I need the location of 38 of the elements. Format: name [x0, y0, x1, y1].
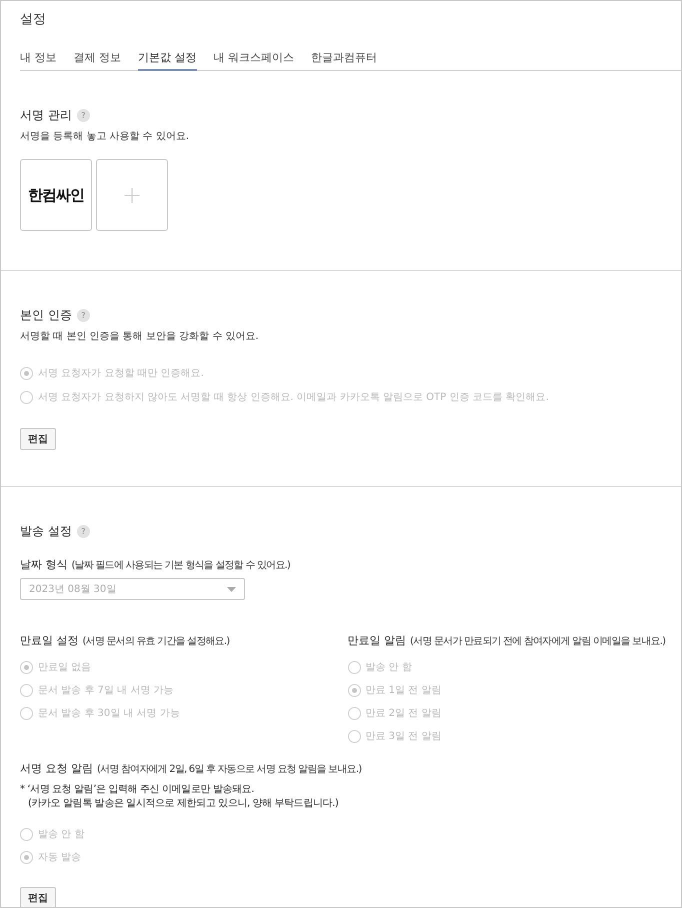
help-icon[interactable]: ? [76, 109, 90, 122]
field-label: 서명 요청 알림 [20, 761, 93, 776]
radio-label: 발송 안 함 [366, 661, 412, 674]
page-title: 설정 [20, 11, 47, 29]
radio-label: 만료 3일 전 알림 [366, 730, 442, 743]
notice-text: (카카오 알림톡 발송은 일시적으로 제한되고 있으니, 양해 부탁드립니다.) [27, 797, 340, 810]
radio-label: 만료 1일 전 알림 [366, 684, 442, 697]
radio-label: 서명 요청자가 요청하지 않아도 서명할 때 항상 인증해요. 이메일과 카카오톡 알림으로 OTP 인증 코드를 확인해요. [38, 391, 549, 404]
tab[interactable]: 한글과컴퓨터 [311, 50, 377, 71]
radio-label: 문서 발송 후 30일 내 서명 가능 [38, 707, 180, 720]
field-hint: (서명 문서의 유효 기간을 설정해요.) [82, 635, 230, 648]
add-signature-button[interactable]: + [96, 159, 168, 231]
tab[interactable]: 내 워크스페이스 [214, 50, 294, 71]
notice-text: * ‘서명 요청 알림’은 입력해 주신 이메일로만 발송돼요. [20, 783, 255, 796]
tab[interactable]: 결제 정보 [74, 50, 121, 71]
signature-card[interactable]: 한컴싸인 [20, 159, 92, 231]
tab[interactable]: 내 정보 [20, 50, 56, 71]
tab[interactable]: 기본값 설정 [138, 50, 196, 71]
field-hint: (서명 문서가 만료되기 전에 참여자에게 알림 이메일을 보내요.) [410, 635, 666, 648]
field-label: 만료일 설정 [20, 633, 78, 648]
radio-label: 만료 2일 전 알림 [366, 707, 442, 720]
field-hint: (서명 참여자에게 2일, 6일 후 자동으로 서명 요청 알림을 보내요.) [97, 763, 362, 776]
section-description: 서명을 등록해 놓고 사용할 수 있어요. [20, 130, 190, 143]
section-title: 서명 관리 [20, 107, 72, 124]
field-label: 날짜 형식 [20, 557, 68, 572]
caret-icon [227, 586, 236, 592]
radio-label: 만료일 없음 [38, 661, 92, 674]
radio-label: 서명 요청자가 요청할 때만 인증해요. [38, 367, 204, 380]
radio-label: 자동 발송 [38, 851, 82, 864]
field-hint: (날짜 필드에 사용되는 기본 형식을 설정할 수 있어요.) [72, 559, 290, 572]
radio-label: 발송 안 함 [38, 828, 84, 841]
section-description: 서명할 때 본인 인증을 통해 보안을 강화할 수 있어요. [20, 330, 260, 343]
help-icon[interactable]: ? [76, 525, 90, 538]
section-title: 발송 설정 [20, 523, 72, 540]
edit-button[interactable]: 편집 [20, 887, 56, 907]
section-title: 본인 인증 [20, 307, 72, 324]
field-label: 만료일 알림 [348, 633, 406, 648]
radio-label: 문서 발송 후 7일 내 서명 가능 [38, 684, 174, 697]
